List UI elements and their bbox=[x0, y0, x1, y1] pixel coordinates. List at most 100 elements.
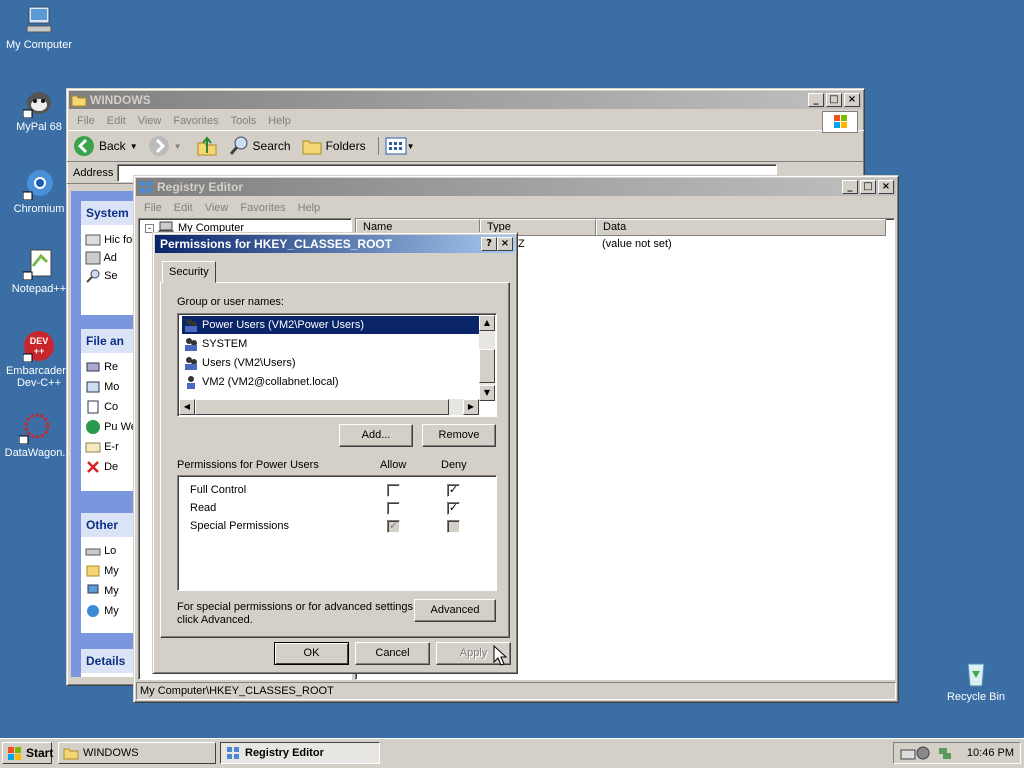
regedit-icon bbox=[138, 179, 154, 195]
deny-header: Deny bbox=[441, 459, 467, 471]
deny-checkbox[interactable]: ✓ bbox=[447, 484, 460, 497]
shield-icon[interactable] bbox=[915, 745, 931, 761]
remove-button[interactable]: Remove bbox=[422, 424, 496, 447]
list-item[interactable]: VM2 (VM2@collabnet.local) bbox=[182, 373, 339, 391]
user-group-icon bbox=[183, 317, 199, 333]
close-button[interactable]: × bbox=[497, 237, 513, 251]
ok-button[interactable]: OK bbox=[274, 642, 349, 665]
views-button[interactable]: ▼ bbox=[377, 137, 415, 155]
menu-edit[interactable]: Edit bbox=[168, 202, 199, 214]
menu-tools[interactable]: Tools bbox=[225, 115, 263, 127]
network-icon bbox=[85, 603, 101, 619]
taskbar-item-registry-editor[interactable]: Registry Editor bbox=[220, 742, 380, 764]
menu-view[interactable]: View bbox=[132, 115, 168, 127]
search-label: Search bbox=[252, 139, 291, 153]
desktop-icon-label: DataWagon. bbox=[4, 447, 66, 459]
windows-logo-icon bbox=[7, 745, 23, 761]
network-icon[interactable] bbox=[937, 745, 953, 761]
list-item[interactable]: Power Users (VM2\Power Users) bbox=[182, 316, 480, 334]
clock[interactable]: 10:46 PM bbox=[967, 747, 1014, 759]
allow-header: Allow bbox=[380, 459, 407, 471]
move-icon bbox=[85, 379, 101, 395]
desktop-icon-my-computer[interactable]: My Computer bbox=[1, 4, 77, 51]
window-title: Registry Editor bbox=[157, 180, 244, 194]
hide-icon bbox=[85, 232, 101, 248]
dialog-title: Permissions for HKEY_CLASSES_ROOT bbox=[160, 237, 393, 251]
advanced-button[interactable]: Advanced bbox=[414, 599, 496, 622]
publish-web-icon bbox=[85, 419, 101, 435]
scroll-thumb[interactable] bbox=[479, 349, 495, 383]
user-group-icon bbox=[183, 355, 199, 371]
list-item[interactable]: Users (VM2\Users) bbox=[182, 354, 296, 372]
menu-file[interactable]: File bbox=[71, 115, 101, 127]
folders-button[interactable]: Folders bbox=[301, 135, 366, 157]
start-button[interactable]: Start bbox=[2, 742, 54, 764]
tab-page: Group or user names: Power Users (VM2\Po… bbox=[160, 282, 510, 638]
search-button[interactable]: Search bbox=[228, 135, 291, 157]
scroll-thumb[interactable] bbox=[195, 399, 449, 415]
scroll-up-button[interactable]: ▲ bbox=[479, 315, 495, 331]
group-label: Group or user names: bbox=[177, 296, 284, 308]
scroll-down-button[interactable]: ▼ bbox=[479, 385, 495, 401]
permission-row: Full Control ✓ bbox=[190, 484, 490, 500]
horizontal-scrollbar[interactable]: ◀ ▶ bbox=[179, 399, 479, 415]
menu-view[interactable]: View bbox=[199, 202, 235, 214]
permission-row: Read ✓ bbox=[190, 502, 490, 518]
menu-file[interactable]: File bbox=[138, 202, 168, 214]
add-button[interactable]: Add... bbox=[339, 424, 413, 447]
desktop-icon-datawagon[interactable]: DataWagon. bbox=[0, 412, 73, 459]
allow-checkbox[interactable] bbox=[387, 502, 400, 515]
scroll-right-button[interactable]: ▶ bbox=[463, 399, 479, 415]
user-group-icon bbox=[183, 336, 199, 352]
explorer-menubar: File Edit View Favorites Tools Help bbox=[67, 111, 864, 133]
regedit-titlebar[interactable]: Registry Editor _ □ × bbox=[136, 178, 896, 196]
help-button[interactable]: ? bbox=[481, 237, 497, 251]
start-label: Start bbox=[26, 746, 54, 760]
minimize-button[interactable]: _ bbox=[842, 180, 858, 194]
email-icon bbox=[85, 439, 101, 455]
list-item[interactable]: SYSTEM bbox=[182, 335, 247, 353]
explorer-titlebar[interactable]: WINDOWS _ □ × bbox=[69, 91, 862, 109]
menu-favorites[interactable]: Favorites bbox=[234, 202, 291, 214]
vertical-scrollbar[interactable]: ▲ ▼ bbox=[479, 315, 495, 401]
dialog-titlebar[interactable]: Permissions for HKEY_CLASSES_ROOT ? × bbox=[155, 235, 515, 253]
permissions-label: Permissions for Power Users bbox=[177, 459, 319, 471]
scroll-left-button[interactable]: ◀ bbox=[179, 399, 195, 415]
permission-name: Read bbox=[190, 502, 217, 514]
chevron-down-icon[interactable]: ▼ bbox=[130, 142, 138, 151]
cancel-button[interactable]: Cancel bbox=[355, 642, 430, 665]
computer-icon bbox=[85, 583, 101, 599]
column-header-data[interactable]: Data bbox=[596, 219, 886, 236]
desktop-icon-recycle-bin[interactable]: Recycle Bin bbox=[938, 656, 1014, 703]
taskbar-item-windows[interactable]: WINDOWS bbox=[58, 742, 216, 764]
close-button[interactable]: × bbox=[878, 180, 894, 194]
up-folder-icon[interactable] bbox=[196, 135, 218, 157]
chevron-down-icon[interactable]: ▼ bbox=[174, 142, 182, 151]
search-icon bbox=[85, 268, 101, 284]
folder-icon bbox=[71, 92, 87, 108]
maximize-button[interactable]: □ bbox=[826, 93, 842, 107]
close-button[interactable]: × bbox=[844, 93, 860, 107]
desktop-icon-label: My Computer bbox=[5, 39, 73, 51]
regedit-icon bbox=[225, 745, 241, 761]
status-text: My Computer\HKEY_CLASSES_ROOT bbox=[140, 685, 334, 697]
desktop-icon-label: Recycle Bin bbox=[946, 691, 1006, 703]
menu-help[interactable]: Help bbox=[292, 202, 327, 214]
minimize-button[interactable]: _ bbox=[808, 93, 824, 107]
deny-checkbox[interactable]: ✓ bbox=[447, 502, 460, 515]
menu-edit[interactable]: Edit bbox=[101, 115, 132, 127]
menu-help[interactable]: Help bbox=[262, 115, 297, 127]
explorer-toolbar: Back ▼ ▼ Search Folders ▼ bbox=[67, 130, 864, 162]
svg-text:DEV: DEV bbox=[30, 336, 49, 346]
tab-security[interactable]: Security bbox=[162, 261, 216, 283]
allow-checkbox[interactable] bbox=[387, 484, 400, 497]
menu-favorites[interactable]: Favorites bbox=[167, 115, 224, 127]
forward-arrow-icon[interactable] bbox=[148, 135, 170, 157]
add-remove-icon bbox=[85, 250, 101, 266]
views-icon bbox=[385, 137, 407, 155]
system-tray: 10:46 PM bbox=[893, 742, 1021, 764]
maximize-button[interactable]: □ bbox=[860, 180, 876, 194]
rename-icon bbox=[85, 359, 101, 375]
back-button[interactable]: Back ▼ bbox=[73, 135, 138, 157]
users-list[interactable]: Power Users (VM2\Power Users) SYSTEM Use… bbox=[177, 313, 497, 417]
